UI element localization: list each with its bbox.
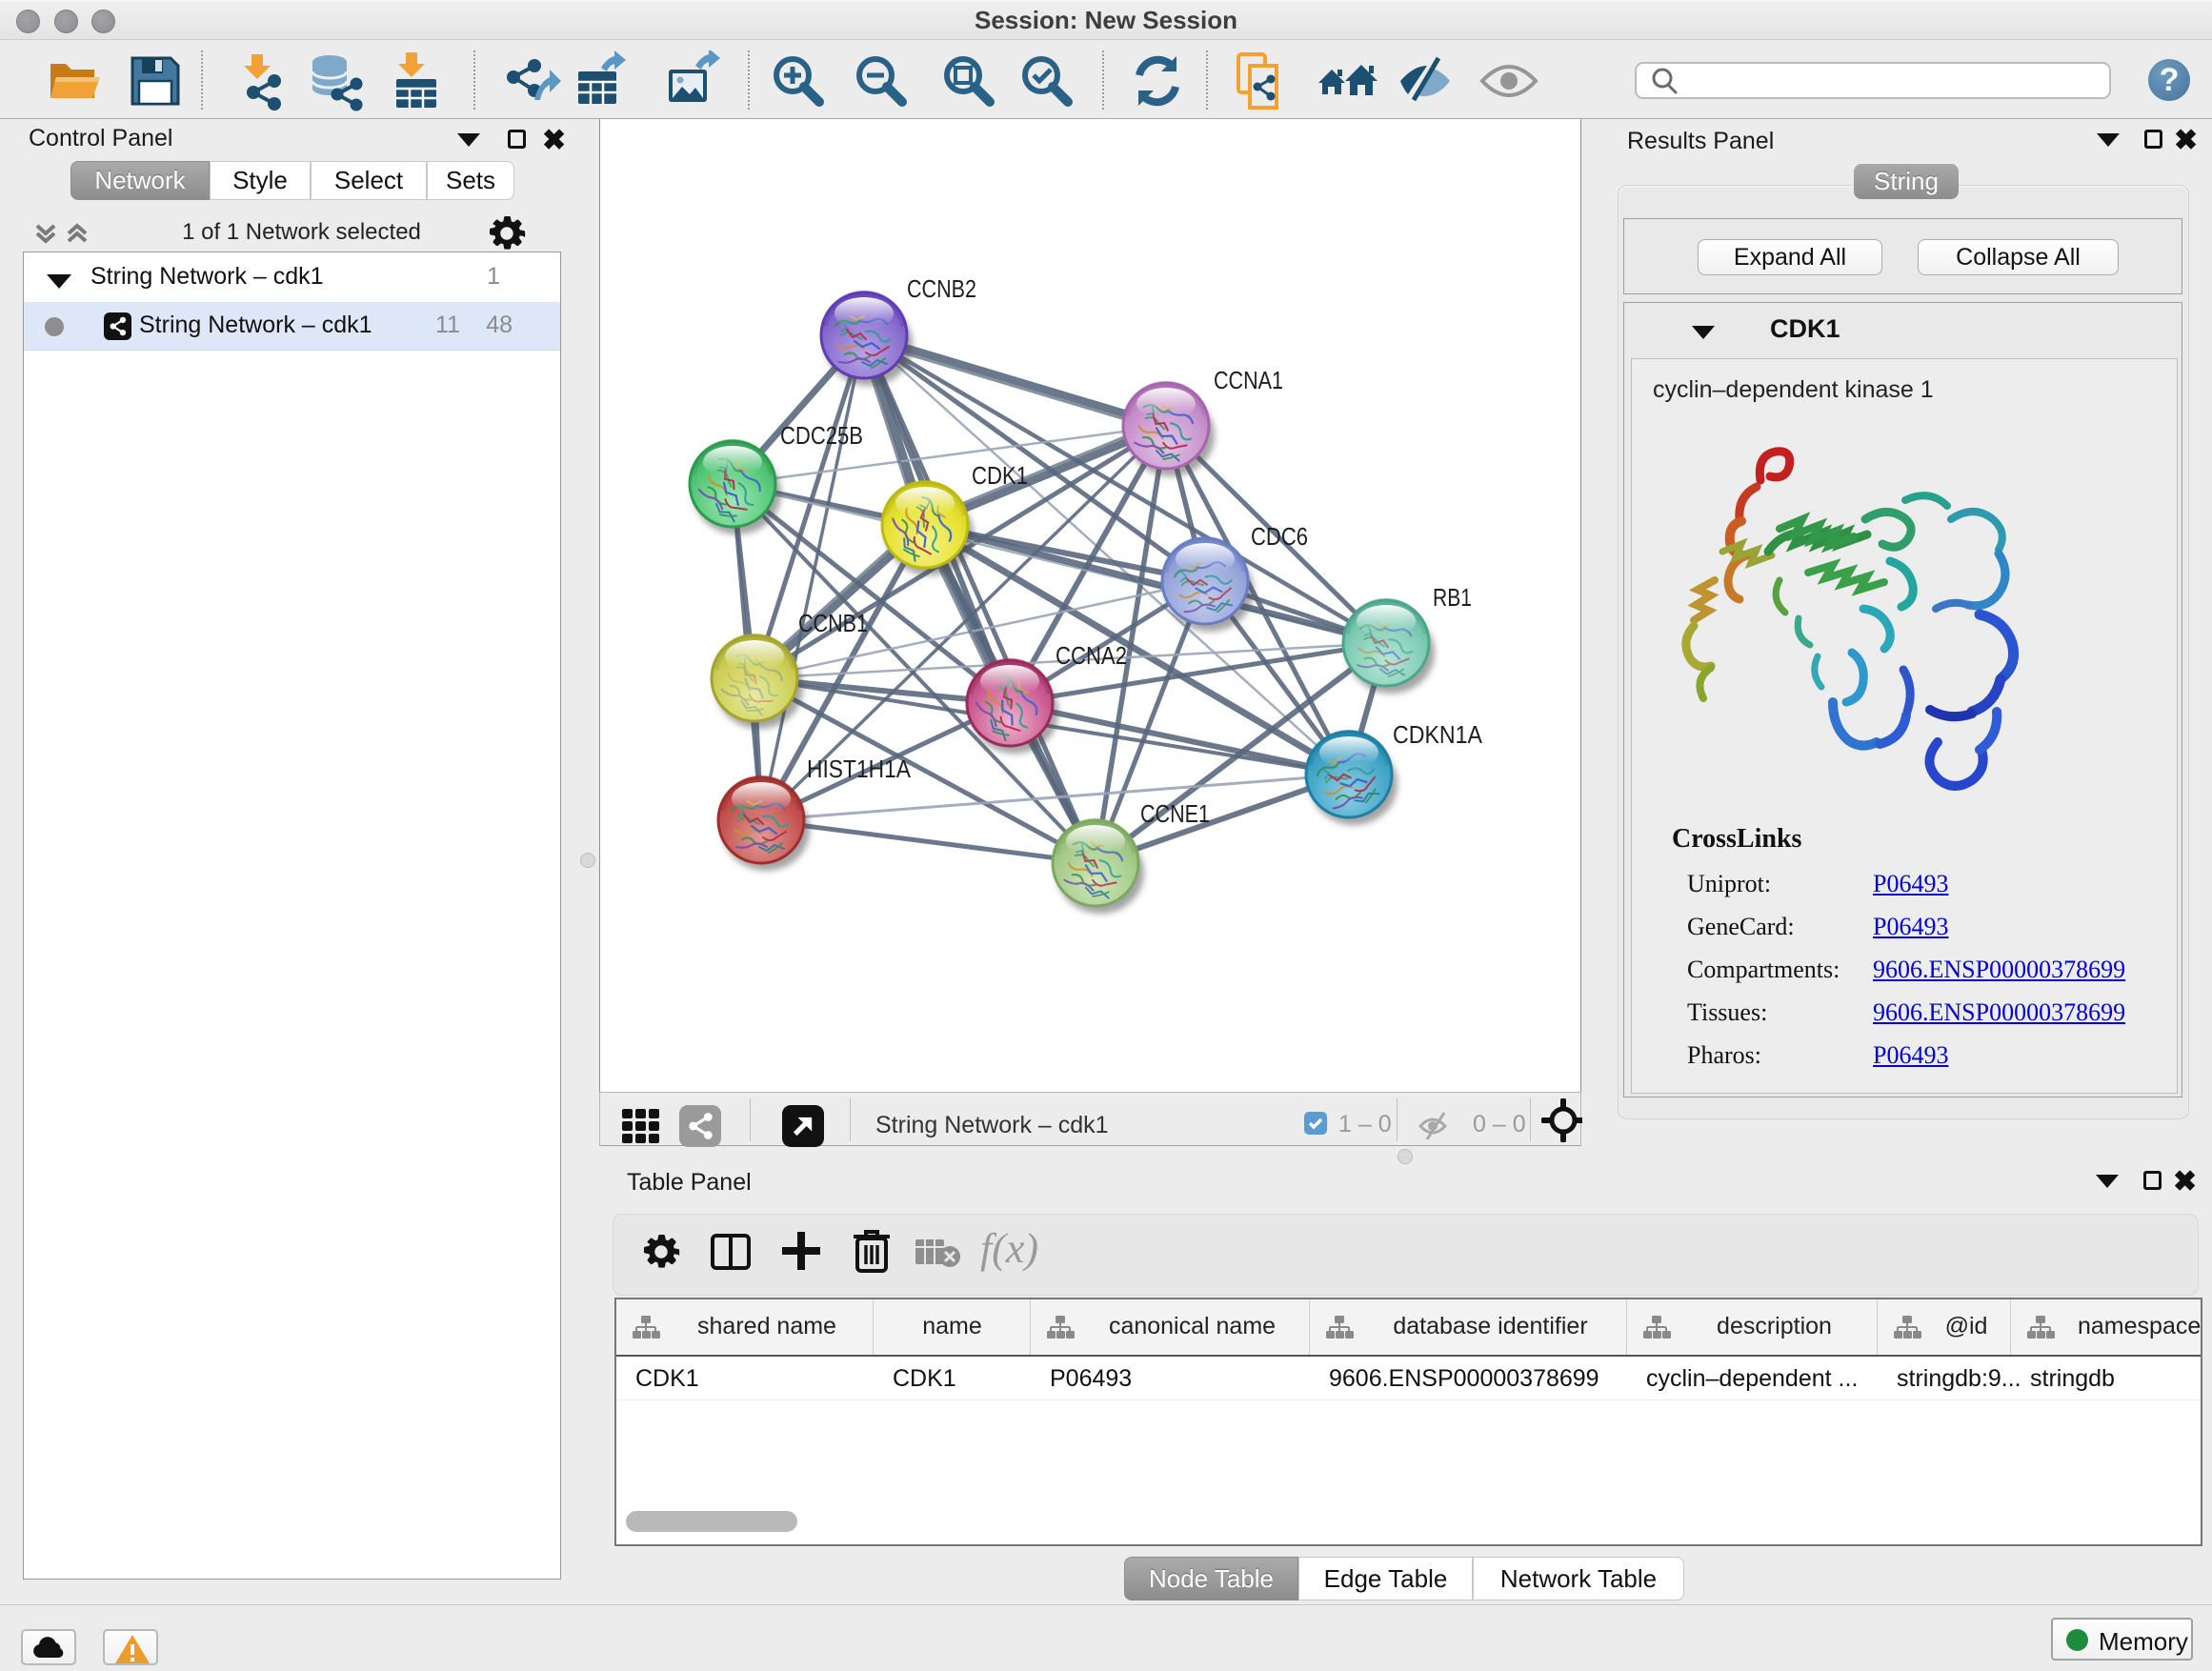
- svg-text:CDK1: CDK1: [972, 461, 1028, 490]
- svg-text:CCNA1: CCNA1: [1214, 366, 1283, 394]
- svg-text:CDC25B: CDC25B: [780, 421, 863, 450]
- svg-text:CDC6: CDC6: [1251, 522, 1308, 551]
- svg-text:CDKN1A: CDKN1A: [1393, 720, 1483, 749]
- svg-text:RB1: RB1: [1433, 583, 1472, 612]
- svg-text:HIST1H1A: HIST1H1A: [807, 755, 912, 783]
- svg-text:CCNE1: CCNE1: [1140, 799, 1210, 828]
- svg-text:CCNB1: CCNB1: [798, 609, 868, 637]
- svg-text:CCNB2: CCNB2: [907, 274, 976, 303]
- svg-text:CCNA2: CCNA2: [1056, 641, 1127, 670]
